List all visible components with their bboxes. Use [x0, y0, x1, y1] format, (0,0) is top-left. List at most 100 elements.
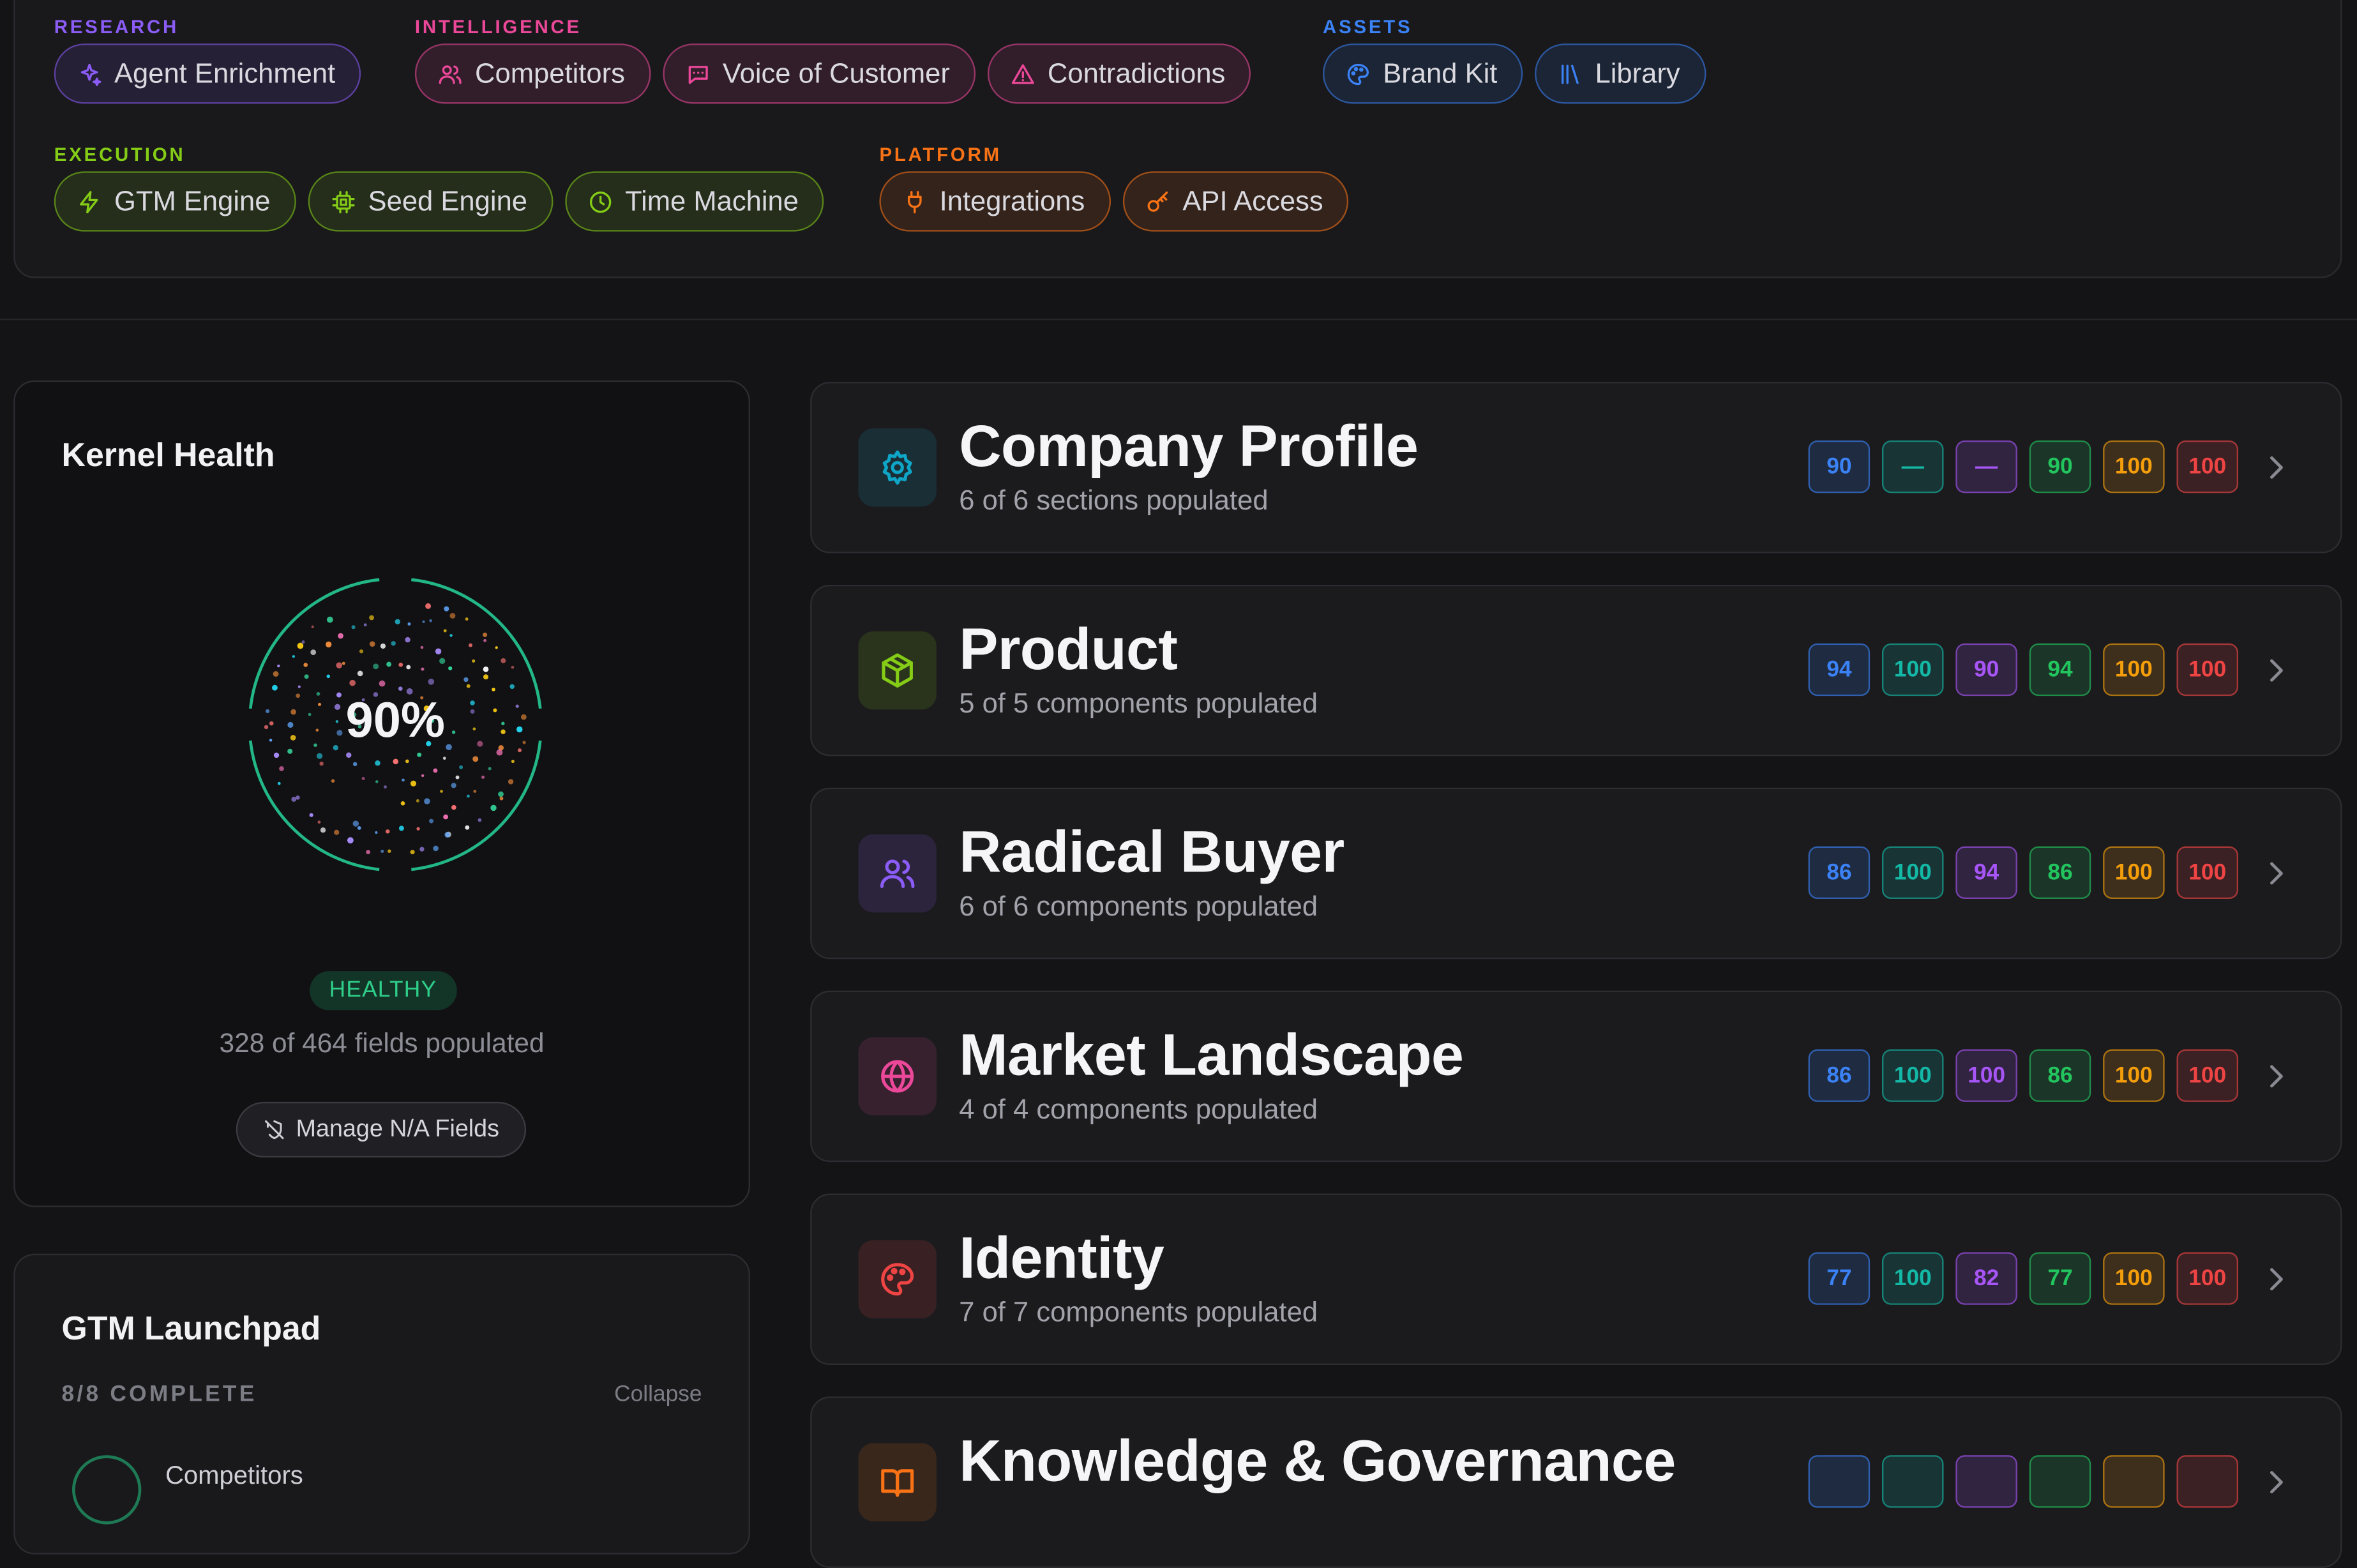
score-badge: 94: [1955, 846, 2017, 900]
gauge-particle: [467, 794, 470, 798]
gauge-particle: [425, 603, 432, 609]
chip-label: Integrations: [939, 185, 1085, 217]
gauge-particle: [336, 662, 343, 668]
collapse-button[interactable]: Collapse: [614, 1382, 702, 1407]
chip-label: Brand Kit: [1383, 57, 1498, 89]
chip-icon: [332, 190, 355, 213]
gauge-particle: [347, 837, 354, 844]
row-title: Knowledge & Governance: [959, 1429, 1676, 1495]
section-row-product[interactable]: Product 5 of 5 components populated 94 1…: [810, 584, 2342, 757]
gauge-particle: [451, 804, 456, 810]
gauge-particle: [443, 814, 449, 820]
section-row-knowledge-governance[interactable]: Knowledge & Governance: [810, 1396, 2342, 1568]
clock-icon: [589, 190, 611, 213]
gauge-particle: [483, 666, 489, 672]
gauge-particle: [435, 648, 442, 654]
gauge-particle: [301, 640, 305, 644]
health-percent: 90%: [345, 691, 446, 748]
score-badge: [2103, 1455, 2165, 1508]
fields-populated-text: 328 of 464 fields populated: [219, 1028, 545, 1059]
gauge-particle: [483, 632, 488, 637]
nav-chip-integrations[interactable]: Integrations: [879, 171, 1111, 232]
chevron-right-icon: [2270, 862, 2283, 885]
nav-chip-voice-of-customer[interactable]: Voice of Customer: [662, 43, 975, 104]
book-icon: [881, 1469, 914, 1497]
manage-na-fields-button[interactable]: Manage N/A Fields: [236, 1101, 527, 1158]
section-row-market-landscape[interactable]: Market Landscape 4 of 4 components popul…: [810, 990, 2342, 1163]
nav-chip-seed-engine[interactable]: Seed Engine: [308, 171, 553, 232]
score-badge: 94: [1808, 643, 1871, 697]
gauge-particle: [342, 661, 345, 665]
row-icon-tile: [858, 428, 937, 507]
gauge-particle: [357, 826, 361, 830]
nav-chip-competitors[interactable]: Competitors: [414, 43, 651, 104]
gauge-particle: [472, 756, 479, 762]
row-icon-tile: [858, 631, 937, 710]
chip-list: Competitors Voice of Customer Contradict…: [414, 43, 1251, 104]
section-row-identity[interactable]: Identity 7 of 7 components populated 77 …: [810, 1193, 2342, 1365]
library-icon: [1562, 64, 1579, 84]
gauge-particle: [316, 753, 323, 759]
score-badge: 86: [2029, 1049, 2091, 1102]
chevron-right-icon: [2270, 659, 2283, 682]
sparkles-icon: [80, 63, 102, 86]
gauge-particle: [466, 684, 471, 688]
section-row-company-profile[interactable]: Company Profile 6 of 6 sections populate…: [810, 382, 2342, 554]
users-icon: [439, 64, 462, 84]
nav-chip-brand-kit[interactable]: Brand Kit: [1323, 43, 1523, 104]
nav-chip-contradictions[interactable]: Contradictions: [987, 43, 1251, 104]
score-badges: 86 100 100 86 100 100: [1808, 1049, 2238, 1102]
gauge-particle: [361, 776, 365, 780]
score-badges: 77 100 82 77 100 100: [1808, 1252, 2238, 1305]
gauge-particle: [349, 679, 356, 686]
gauge-particle: [459, 765, 463, 769]
gauge-particle: [386, 829, 390, 834]
gauge-particle: [287, 748, 293, 754]
score-badge: 100: [2176, 1049, 2238, 1102]
gauge-particle: [402, 778, 405, 782]
gauge-particle: [391, 641, 396, 646]
gauge-particle: [359, 649, 364, 654]
score-badge: 100: [2103, 440, 2165, 494]
nav-chip-api-access[interactable]: API Access: [1122, 171, 1349, 232]
nav-chip-agent-enrichment[interactable]: Agent Enrichment: [54, 43, 361, 104]
gauge-particle: [380, 849, 384, 853]
gauge-particle: [463, 677, 469, 682]
nav-chip-library[interactable]: Library: [1535, 43, 1706, 104]
score-badge: [1955, 1455, 2017, 1508]
key-icon: [1147, 190, 1168, 211]
nav-chip-time-machine[interactable]: Time Machine: [564, 171, 825, 232]
gauge-particle: [469, 643, 472, 647]
nav-chip-gtm-engine[interactable]: GTM Engine: [54, 171, 296, 232]
gauge-particle: [428, 678, 435, 685]
gauge-particle: [433, 845, 439, 852]
score-badge: 100: [1955, 1049, 2017, 1102]
row-icon-tile: [858, 1443, 937, 1521]
card-title: GTM Launchpad: [61, 1309, 321, 1347]
chip-label: Time Machine: [625, 185, 799, 217]
section-row-radical-buyer[interactable]: Radical Buyer 6 of 6 components populate…: [810, 787, 2342, 960]
gauge-particle: [393, 758, 399, 765]
gauge-particle: [473, 790, 477, 793]
score-badges: 90 — — 90 100 100: [1808, 440, 2238, 494]
gauge-particle: [422, 620, 425, 624]
gauge-particle: [303, 663, 308, 667]
gauge-particle: [405, 637, 410, 643]
gauge-particle: [444, 832, 451, 838]
chip-label: Voice of Customer: [722, 57, 950, 89]
launchpad-item[interactable]: Competitors: [72, 1455, 704, 1525]
status-badge: HEALTHY: [310, 971, 456, 1011]
gauge-particle: [279, 766, 284, 771]
gauge-particle: [451, 783, 456, 788]
gauge-particle: [271, 684, 278, 691]
gauge-particle: [448, 666, 453, 670]
gauge-arc: [248, 578, 380, 709]
gauge-particle: [331, 779, 335, 783]
gauge-particle: [417, 752, 422, 757]
gauge-particle: [292, 655, 295, 658]
gauge-particle: [369, 615, 374, 621]
page: RESEARCH Agent Enrichment INTELLIGENCE C…: [0, 0, 2357, 1568]
group-title: PLATFORM: [879, 144, 1002, 166]
gauge-particle: [421, 667, 425, 671]
score-badge: 100: [2176, 1252, 2238, 1305]
